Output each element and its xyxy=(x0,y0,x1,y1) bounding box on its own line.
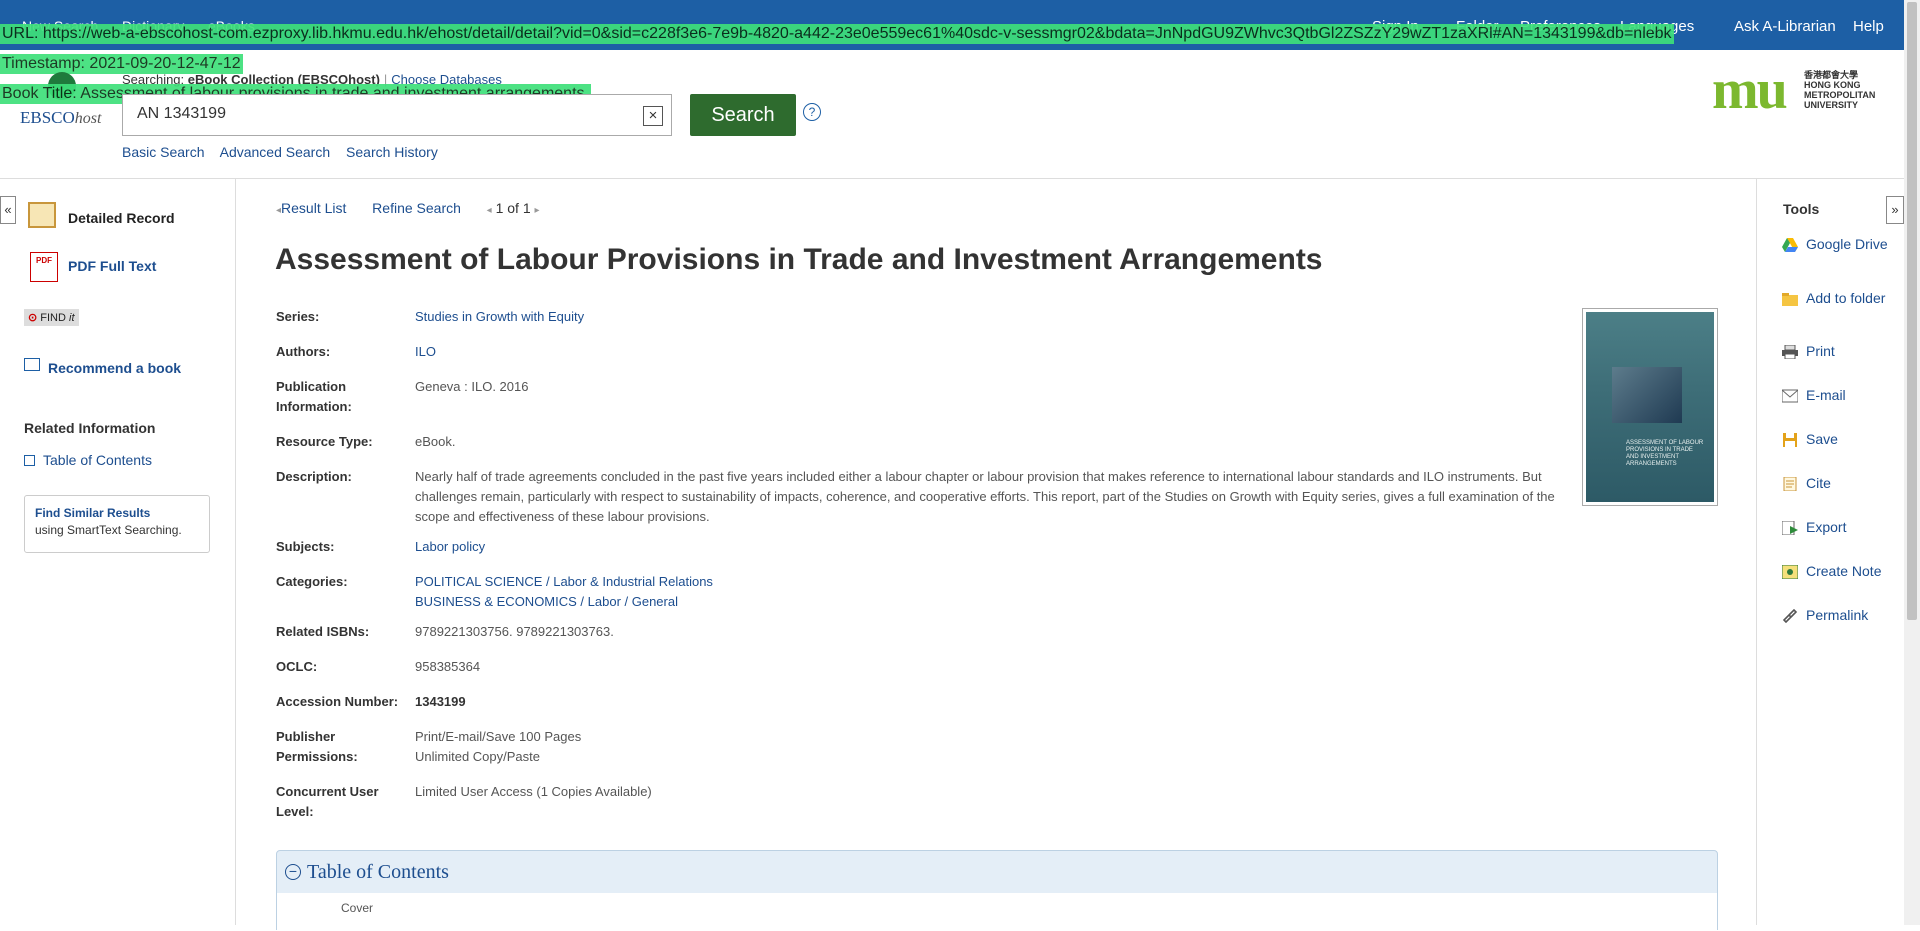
print-icon xyxy=(1782,345,1798,359)
folder-icon xyxy=(1782,293,1798,306)
result-list-link[interactable]: Result List xyxy=(281,200,346,216)
series-link[interactable]: Studies in Growth with Equity xyxy=(415,309,584,324)
basic-search-link[interactable]: Basic Search xyxy=(122,144,204,160)
permalink-icon xyxy=(1782,609,1798,623)
advanced-search-link[interactable]: Advanced Search xyxy=(220,144,331,160)
record-title: Assessment of Labour Provisions in Trade… xyxy=(275,243,1323,276)
detailed-record-label: Detailed Record xyxy=(68,210,175,226)
pdf-full-text-label: PDF Full Text xyxy=(68,258,157,274)
cover-title-text: ASSESSMENT OF LABOUR PROVISIONS IN TRADE… xyxy=(1626,440,1704,467)
toc-first-item[interactable]: Cover xyxy=(341,901,373,915)
find-it-button[interactable]: ⊙ FIND it xyxy=(24,308,79,326)
logo-host: host xyxy=(74,110,102,127)
breadcrumb: ◂Result List Refine Search ◂ 1 of 1 ▸ xyxy=(276,200,540,216)
save-icon xyxy=(1783,433,1797,447)
university-logo-text: 香港都會大學 HONG KONG METROPOLITAN UNIVERSITY xyxy=(1804,70,1876,110)
tools-heading: Tools xyxy=(1783,201,1820,217)
header-divider xyxy=(0,178,1904,179)
collapse-right-button[interactable]: » xyxy=(1886,196,1904,224)
find-similar-results-box[interactable]: Find Similar Results using SmartText Sea… xyxy=(24,495,210,553)
email-icon xyxy=(1782,389,1798,403)
search-history-link[interactable]: Search History xyxy=(346,144,438,160)
clear-search-button[interactable]: × xyxy=(643,106,663,126)
search-button[interactable]: Search xyxy=(690,94,796,136)
subject-link[interactable]: Labor policy xyxy=(415,539,485,554)
category-link[interactable]: POLITICAL SCIENCE / Labor & Industrial R… xyxy=(415,574,713,589)
refine-search-link[interactable]: Refine Search xyxy=(372,200,461,216)
toc-icon xyxy=(24,455,35,466)
find-it-icon: ⊙ FIND it xyxy=(24,309,79,326)
collapse-left-button[interactable]: « xyxy=(0,196,16,224)
university-logo-mark: mu xyxy=(1712,59,1788,121)
recommend-label: Recommend a book xyxy=(48,360,182,376)
recommend-icon xyxy=(24,358,40,371)
prev-result-icon[interactable]: ◂ xyxy=(487,205,492,216)
category-link[interactable]: BUSINESS & ECONOMICS / Labor / General xyxy=(415,594,678,609)
author-link[interactable]: ILO xyxy=(415,344,436,359)
toc-panel-header[interactable]: − Table of Contents xyxy=(285,861,449,884)
export-icon xyxy=(1782,521,1798,535)
table-of-contents-link[interactable]: Table of Contents xyxy=(24,452,152,468)
timestamp-overlay: Timestamp: 2021-09-20-12-47-12 xyxy=(0,54,243,74)
ask-librarian-link[interactable]: Ask A-Librarian xyxy=(1734,18,1836,35)
detailed-record-icon xyxy=(28,202,56,228)
pdf-icon: PDF xyxy=(30,252,58,282)
find-similar-subtitle: using SmartText Searching. xyxy=(35,523,182,537)
page-scrollbar[interactable] xyxy=(1904,0,1920,925)
university-logo: mu 香港都會大學 HONG KONG METROPOLITAN UNIVERS… xyxy=(1712,59,1877,121)
search-box: × xyxy=(122,94,672,136)
scrollbar-thumb[interactable] xyxy=(1907,2,1917,620)
note-icon xyxy=(1782,565,1798,579)
collapse-toc-icon[interactable]: − xyxy=(285,864,301,880)
search-links: Basic Search Advanced Search Search Hist… xyxy=(122,144,450,160)
help-link[interactable]: Help xyxy=(1853,18,1884,35)
cite-icon xyxy=(1783,477,1797,491)
logo-text: EBSCO xyxy=(20,108,75,127)
google-drive-icon xyxy=(1782,238,1798,252)
search-input[interactable] xyxy=(137,105,637,123)
find-similar-title: Find Similar Results xyxy=(35,506,151,520)
next-result-icon[interactable]: ▸ xyxy=(535,205,540,216)
ebscohost-logo[interactable]: EBSCOhost xyxy=(20,108,101,128)
search-help-icon[interactable]: ? xyxy=(803,103,821,121)
result-page-count: 1 of 1 xyxy=(495,200,531,216)
table-of-contents-panel: − Table of Contents Cover xyxy=(276,850,1718,931)
url-overlay: URL: https://web-a-ebscohost-com.ezproxy… xyxy=(0,24,1674,44)
related-information-heading: Related Information xyxy=(24,420,156,436)
book-cover-image[interactable]: ASSESSMENT OF LABOUR PROVISIONS IN TRADE… xyxy=(1582,308,1718,506)
